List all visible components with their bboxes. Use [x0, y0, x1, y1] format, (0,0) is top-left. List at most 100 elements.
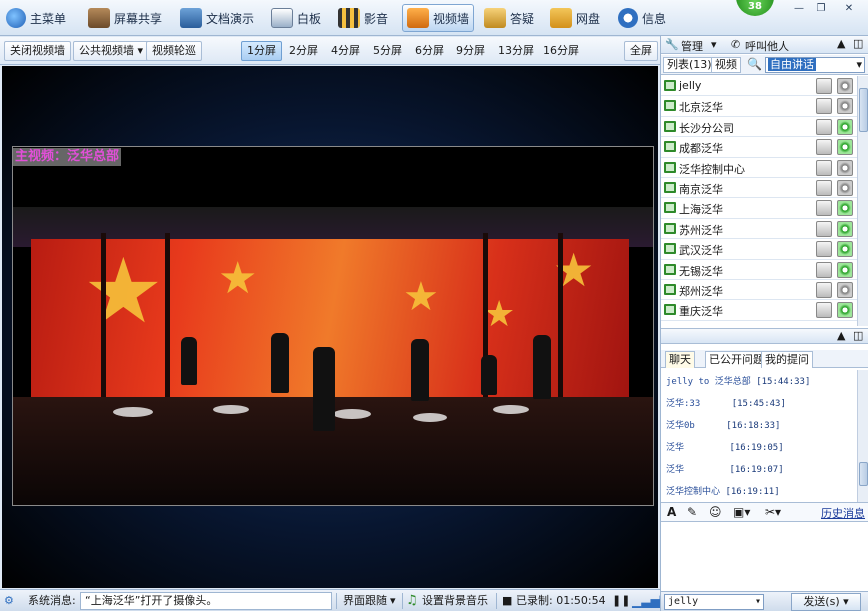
manage-menu[interactable]: 管理: [681, 38, 703, 54]
tab-video[interactable]: 视频: [711, 57, 741, 73]
notification-badge[interactable]: 38: [736, 0, 774, 16]
main-video-frame[interactable]: ★ ★ ★ ★ ★: [12, 146, 654, 506]
microphone-icon[interactable]: [816, 98, 832, 115]
screen-layout-13-button[interactable]: 13分屏: [492, 41, 540, 61]
list-item[interactable]: 无锡泛华: [661, 260, 857, 280]
talk-mode-select[interactable]: 自由讲话 ▾: [765, 57, 865, 73]
user-list-scrollbar[interactable]: [857, 76, 868, 326]
microphone-icon[interactable]: [816, 220, 832, 237]
menu-item-video-wall[interactable]: 视频墙: [402, 4, 475, 32]
camera-icon[interactable]: [837, 159, 853, 176]
restore-icon[interactable]: ❐: [810, 2, 832, 16]
camera-icon[interactable]: [837, 261, 853, 278]
search-icon[interactable]: 🔍: [747, 57, 762, 71]
microphone-icon[interactable]: [816, 159, 832, 176]
pin-icon[interactable]: ▲: [837, 329, 845, 342]
menu-item-screen-share[interactable]: 屏幕共享: [88, 4, 162, 32]
dock-icon[interactable]: ◫: [853, 329, 863, 342]
camera-icon[interactable]: [837, 241, 853, 258]
fullscreen-button[interactable]: 全屏: [624, 41, 658, 61]
microphone-icon[interactable]: [816, 78, 832, 94]
list-item[interactable]: jelly: [661, 76, 857, 97]
performer: [481, 355, 497, 395]
camera-icon[interactable]: [837, 302, 853, 319]
camera-icon[interactable]: [837, 98, 853, 115]
list-item[interactable]: 南京泛华: [661, 178, 857, 199]
list-item[interactable]: 苏州泛华: [661, 219, 857, 240]
list-item[interactable]: 上海泛华: [661, 198, 857, 219]
history-messages-link[interactable]: 历史消息: [821, 505, 865, 521]
list-item[interactable]: 成都泛华: [661, 137, 857, 158]
public-video-wall-button[interactable]: 公共视频墙 ▾: [73, 41, 150, 61]
camera-icon[interactable]: [837, 281, 853, 298]
tab-my-questions[interactable]: 我的提问: [761, 351, 813, 368]
list-item[interactable]: 重庆泛华: [661, 300, 857, 321]
chat-scrollbar[interactable]: [857, 370, 868, 502]
video-wall-toolbar: 关闭视频墙 公共视频墙 ▾ 视频轮巡 1分屏 2分屏 4分屏 5分屏 6分屏 9…: [0, 37, 660, 65]
dropdown-arrow-icon[interactable]: ▾: [390, 593, 396, 609]
font-icon[interactable]: A: [667, 505, 676, 519]
record-stop-icon[interactable]: ■: [502, 593, 512, 609]
send-button[interactable]: 发送(s) ▾: [791, 593, 861, 611]
camera-icon[interactable]: [837, 78, 853, 94]
camera-icon[interactable]: [837, 220, 853, 237]
menu-item-document[interactable]: 文档演示: [180, 4, 254, 32]
screen-layout-16-button[interactable]: 16分屏: [537, 41, 585, 61]
screen-layout-1-button[interactable]: 1分屏: [241, 41, 282, 61]
microphone-icon[interactable]: [816, 139, 832, 156]
microphone-icon[interactable]: [816, 200, 832, 217]
list-item[interactable]: 郑州泛华: [661, 280, 857, 301]
camera-icon[interactable]: [837, 118, 853, 135]
screen-layout-6-button[interactable]: 6分屏: [409, 41, 450, 61]
pin-icon[interactable]: ▲: [837, 37, 845, 50]
microphone-icon[interactable]: [816, 179, 832, 196]
screen-layout-4-button[interactable]: 4分屏: [325, 41, 366, 61]
minimize-icon[interactable]: —: [788, 2, 810, 16]
microphone-icon[interactable]: [816, 261, 832, 278]
tab-user-list[interactable]: 列表(13): [663, 57, 716, 73]
list-item[interactable]: 长沙分公司: [661, 117, 857, 138]
emoji-icon[interactable]: ☺: [709, 505, 722, 519]
recipient-select[interactable]: jelly ▾: [664, 594, 764, 610]
microphone-icon[interactable]: [816, 302, 832, 319]
screen-layout-5-button[interactable]: 5分屏: [367, 41, 408, 61]
menu-item-media[interactable]: 影音: [338, 4, 388, 32]
menu-item-main[interactable]: 主菜单: [6, 4, 66, 32]
screen-layout-9-button[interactable]: 9分屏: [450, 41, 491, 61]
tab-chat[interactable]: 聊天: [665, 351, 695, 368]
dock-icon[interactable]: ◫: [853, 37, 863, 50]
menu-item-qa[interactable]: 答疑: [484, 4, 534, 32]
camera-icon[interactable]: [837, 179, 853, 196]
microphone-icon[interactable]: [816, 281, 832, 298]
microphone-icon[interactable]: [816, 118, 832, 135]
chat-input[interactable]: [661, 523, 868, 589]
video-rotate-button[interactable]: 视频轮巡: [146, 41, 202, 61]
tab-public-questions[interactable]: 已公开问题: [705, 351, 768, 368]
interface-follow-button[interactable]: 界面跟随: [343, 593, 387, 609]
close-video-wall-button[interactable]: 关闭视频墙: [4, 41, 71, 61]
stage-pillar: [558, 233, 563, 413]
list-item[interactable]: 泛华控制中心: [661, 158, 857, 178]
screenshot-icon[interactable]: ▣▾: [733, 505, 750, 519]
menu-item-info[interactable]: 信息: [618, 4, 666, 32]
list-item[interactable]: 北京泛华: [661, 96, 857, 117]
screen-layout-2-button[interactable]: 2分屏: [283, 41, 324, 61]
list-item[interactable]: 武汉泛华: [661, 239, 857, 260]
menu-item-cloud-disk[interactable]: 网盘: [550, 4, 600, 32]
microphone-icon[interactable]: [816, 241, 832, 258]
pause-icon[interactable]: ❚❚: [612, 593, 630, 609]
close-icon[interactable]: ✕: [838, 2, 860, 16]
attach-icon[interactable]: ✂▾: [765, 505, 781, 519]
menu-item-whiteboard[interactable]: 白板: [271, 4, 321, 32]
dropdown-arrow-icon[interactable]: ▾: [711, 38, 717, 51]
camera-icon[interactable]: [837, 200, 853, 217]
dropdown-arrow-icon: ▾: [137, 44, 144, 57]
camera-icon[interactable]: [837, 139, 853, 156]
format-icon[interactable]: ✎: [687, 505, 697, 519]
background-music-button[interactable]: 设置背景音乐: [422, 593, 488, 609]
status-divider: [336, 593, 337, 609]
call-others-button[interactable]: 呼叫他人: [745, 38, 789, 54]
scrollbar-thumb[interactable]: [859, 462, 868, 486]
scrollbar-thumb[interactable]: [859, 88, 868, 132]
menu-item-label: 影音: [364, 11, 389, 26]
